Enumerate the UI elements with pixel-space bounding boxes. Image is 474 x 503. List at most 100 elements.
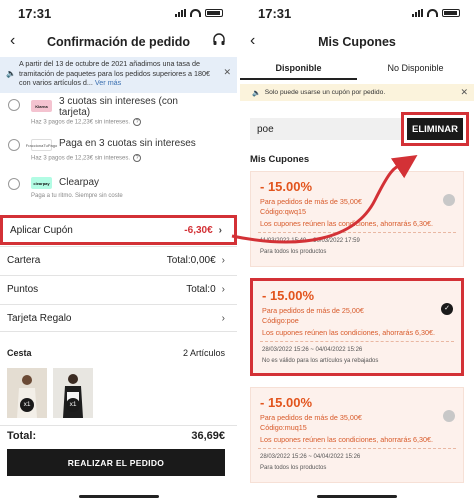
coupon-select-circle[interactable] [443, 410, 455, 422]
payment-option-clearpay[interactable]: clearpay Clearpay Paga a tu ritmo. Siemp… [0, 177, 237, 205]
chevron-right-icon: › [221, 312, 225, 324]
coupon-savings: Los cupones reúnen las condiciones, ahor… [262, 328, 436, 337]
total-value: 36,69€ [191, 429, 225, 442]
coupon-savings: Los cupones reúnen las condiciones, ahor… [260, 435, 434, 444]
fee-notice: 🔈 A partir del 13 de octubre de 2021 aña… [0, 57, 237, 93]
coupons-screen: 17:31 ‹ Mis Cupones Disponible No Dispon… [240, 0, 474, 503]
close-icon[interactable]: ✕ [460, 87, 468, 98]
coupon-dates: 28/03/2022 15:26 ~ 04/04/2022 15:26 [260, 454, 361, 460]
chevron-right-icon: › [221, 255, 225, 266]
coupon-min-order: Para pedidos de más de 25,00€ [262, 306, 364, 315]
coupon-savings: Los cupones reúnen las condiciones, ahor… [260, 219, 434, 228]
total-row: Total: 36,69€ [0, 425, 237, 445]
apply-coupon-label: Aplicar Cupón [10, 224, 73, 236]
payment-subtitle: Paga a tu ritmo. Siempre sin coste [31, 193, 123, 199]
signal-icon [175, 9, 186, 17]
wallet-value: Total:0,00€ [166, 255, 216, 266]
coupon-code-value: poe [257, 123, 274, 135]
close-icon[interactable]: ✕ [223, 67, 231, 78]
coupon-card-selected[interactable]: - 15.00% Para pedidos de más de 25,00€ C… [250, 278, 464, 376]
status-icons [175, 9, 223, 17]
remove-coupon-button[interactable]: ELIMINAR [407, 118, 463, 140]
payment-option-klarna[interactable]: Klarna 3 cuotas sin intereses (con tarje… [0, 96, 237, 132]
payment-title: Paga en 3 cuotas sin intereses [59, 138, 196, 149]
question-icon[interactable]: ? [133, 118, 142, 126]
apply-coupon-row[interactable]: Aplicar Cupón -6,30€ › [0, 215, 237, 245]
fraccionado-logo: FraccionaTuPago [26, 139, 57, 151]
points-value-group: Total:0 › [186, 284, 225, 295]
coupon-min-order: Para pedidos de más de 35,00€ [260, 197, 362, 206]
coupon-divider [260, 341, 454, 342]
clearpay-logo: clearpay [31, 177, 52, 189]
coupon-note: Para todos los productos [260, 465, 327, 471]
klarna-logo: Klarna [31, 100, 52, 112]
check-icon[interactable]: ✓ [441, 303, 453, 315]
coupon-note: Para todos los productos [260, 249, 327, 255]
coupon-code: Código:poe [262, 316, 299, 325]
back-icon[interactable]: ‹ [10, 32, 15, 50]
quantity-badge: x1 [66, 398, 80, 412]
payment-radio[interactable] [8, 178, 20, 190]
wallet-value-group: Total:0,00€ › [167, 255, 225, 266]
cart-label: Cesta [7, 348, 32, 358]
ver-mas-link[interactable]: Ver más [95, 78, 121, 87]
gift-card-row[interactable]: Tarjeta Regalo › [0, 304, 237, 332]
tab-no-disponible[interactable]: No Disponible [357, 60, 474, 80]
points-value: Total:0 [186, 284, 216, 295]
battery-icon [205, 9, 223, 17]
coupon-min-order: Para pedidos de más de 35,00€ [260, 413, 362, 422]
home-indicator [78, 495, 159, 498]
points-row[interactable]: Puntos Total:0 › [0, 275, 237, 303]
coupon-tabs: Disponible No Disponible [240, 60, 474, 80]
cart-item-image[interactable]: x1 [53, 368, 93, 418]
tab-disponible[interactable]: Disponible [240, 60, 357, 80]
back-icon[interactable]: ‹ [250, 32, 255, 50]
coupon-divider [258, 448, 456, 449]
wallet-row[interactable]: Cartera Total:0,00€ › [0, 246, 237, 274]
coupon-code: Código:muq15 [260, 423, 307, 432]
page-title: Mis Cupones [318, 35, 396, 49]
chevron-right-icon: › [218, 224, 222, 236]
coupon-discount-value: -6,30€ [184, 224, 213, 236]
status-icons [412, 9, 460, 17]
headset-icon[interactable] [213, 33, 225, 47]
signal-icon [412, 9, 423, 17]
nav-bar: ‹ Confirmación de pedido [0, 30, 237, 54]
battery-icon [442, 9, 460, 17]
apply-coupon-value-group: -6,30€ › [184, 225, 222, 236]
checkout-screen: 17:31 ‹ Confirmación de pedido 🔈 A parti… [0, 0, 237, 503]
speaker-icon: 🔈 [252, 89, 261, 97]
coupon-card[interactable]: - 15.00% Para pedidos de más de 35,00€ C… [250, 171, 464, 267]
coupon-divider [258, 232, 456, 233]
chevron-right-icon: › [221, 284, 225, 295]
question-icon[interactable]: ? [133, 154, 142, 162]
quantity-badge: x1 [20, 398, 34, 412]
coupon-percent: - 15.00% [262, 288, 315, 303]
wifi-icon [190, 9, 201, 17]
coupon-percent: - 15.00% [260, 179, 313, 194]
coupon-dates: 11/03/2022 15:40 ~ 30/03/2022 17:59 [260, 238, 360, 244]
coupon-percent: - 15.00% [260, 395, 313, 410]
payment-subtitle: Haz 3 pagos de 12,23€ sin intereses.? [31, 154, 142, 162]
cart-item-image[interactable]: x1 [7, 368, 47, 418]
cart-header: Cesta 2 Artículos [0, 348, 237, 366]
payment-subtitle-text: Haz 3 pagos de 12,23€ sin intereses. [31, 155, 131, 162]
coupon-notice: 🔈 Solo puede usarse un cupón por pedido.… [240, 84, 474, 101]
payment-radio[interactable] [8, 139, 20, 151]
wallet-label: Cartera [7, 255, 41, 266]
coupon-notice-text: Solo puede usarse un cupón por pedido. [264, 89, 386, 96]
nav-bar: ‹ Mis Cupones [240, 30, 474, 54]
coupon-dates: 28/03/2022 15:26 ~ 04/04/2022 15:26 [262, 347, 363, 353]
coupon-select-circle[interactable] [443, 194, 455, 206]
coupon-note: No es válido para los artículos ya rebaj… [262, 358, 379, 364]
coupon-card[interactable]: - 15.00% Para pedidos de más de 35,00€ C… [250, 387, 464, 483]
status-time: 17:31 [18, 5, 52, 21]
payment-option-fraccionado[interactable]: FraccionaTuPago Paga en 3 cuotas sin int… [0, 138, 237, 166]
payment-subtitle-text: Haz 3 pagos de 12,23€ sin intereses. [31, 119, 131, 126]
place-order-button[interactable]: REALIZAR EL PEDIDO [7, 449, 225, 476]
payment-radio[interactable] [8, 99, 20, 111]
payment-subtitle: Haz 3 pagos de 12,23€ sin intereses.? [31, 118, 142, 126]
cart-count: 2 Artículos [182, 348, 225, 358]
status-bar: 17:31 [0, 0, 237, 26]
remove-coupon-highlight: ELIMINAR [401, 112, 469, 146]
